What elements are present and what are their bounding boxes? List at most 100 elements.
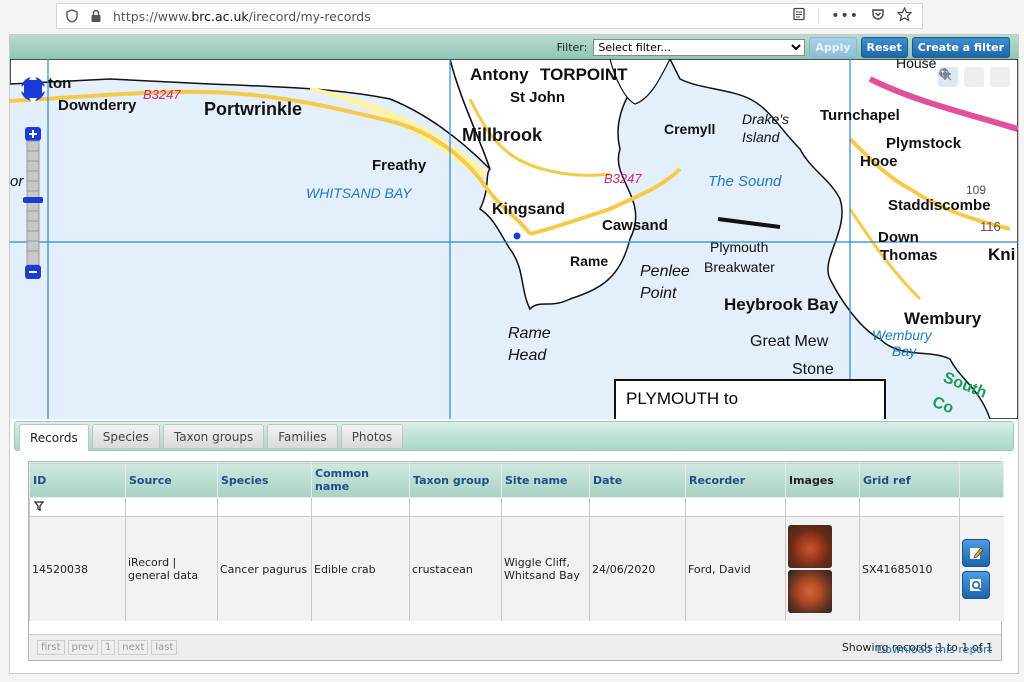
pocket-icon[interactable]: [871, 7, 885, 25]
url-domain: brc.ac.uk: [191, 8, 249, 24]
map-label: Cremyll: [664, 121, 716, 137]
cell-species: Cancer pagurus: [217, 516, 312, 621]
column-header-recorder[interactable]: Recorder: [685, 462, 786, 498]
star-icon[interactable]: [896, 5, 913, 26]
cell-source: iRecord | general data: [125, 516, 218, 621]
map-label: Antony: [470, 65, 529, 84]
tab-photos[interactable]: Photos: [340, 424, 404, 448]
map-label: Hooe: [860, 153, 898, 170]
map-label: Turnchapel: [820, 107, 900, 124]
filter-select[interactable]: Select filter...: [593, 38, 806, 56]
table-header-row: ID Source Species Common name Taxon grou…: [29, 462, 1004, 498]
column-header-taxon-group[interactable]: Taxon group: [409, 462, 502, 498]
map-label: TORPOINT: [540, 65, 628, 84]
cell-id: 14520038: [29, 516, 126, 621]
more-icon[interactable]: •••: [831, 8, 859, 24]
pager-last-button[interactable]: last: [151, 640, 178, 655]
map-label: Rame: [570, 253, 609, 269]
tab-families[interactable]: Families: [267, 424, 338, 448]
map-info-text: PLYMOUTH to: [626, 389, 739, 408]
cell-site-name: Wiggle Cliff, Whitsand Bay: [501, 516, 590, 621]
address-bar[interactable]: https://www.brc.ac.uk/irecord/my-records…: [56, 3, 923, 29]
column-header-common-name[interactable]: Common name: [311, 462, 410, 498]
crab-photo-thumbnail[interactable]: [788, 525, 832, 568]
cell-grid-ref: SX41685010: [859, 516, 960, 621]
url-text[interactable]: https://www.brc.ac.uk/irecord/my-records: [113, 9, 371, 24]
pager-next-button[interactable]: next: [118, 640, 149, 655]
tab-records[interactable]: Records: [19, 424, 89, 451]
column-header-actions: [959, 462, 1004, 498]
pager-page-1[interactable]: 1: [100, 640, 116, 655]
map-label: Kingsand: [492, 201, 565, 218]
download-report-link[interactable]: Download this report: [877, 643, 992, 656]
map-label: B3247: [604, 171, 642, 186]
reader-view-icon[interactable]: [792, 7, 806, 25]
map-label: Island: [742, 129, 780, 145]
map-label: Kni: [988, 245, 1016, 264]
map-label: Bay: [892, 343, 917, 359]
query-tool-icon[interactable]: [939, 67, 984, 87]
zoom-slider-handle: [23, 197, 43, 203]
pager-prev-button[interactable]: prev: [67, 640, 98, 655]
map-label: Point: [640, 285, 677, 302]
filter-cell[interactable]: [589, 497, 686, 517]
records-panel: Filter: Select filter... Apply Reset Cre…: [9, 34, 1019, 674]
apply-button[interactable]: Apply: [809, 36, 857, 58]
tab-species[interactable]: Species: [91, 424, 160, 448]
column-header-date[interactable]: Date: [589, 462, 686, 498]
map-label: Plymouth: [710, 239, 769, 255]
pan-control-icon: [20, 74, 48, 104]
view-record-button[interactable]: [962, 571, 990, 599]
map-label: Wembury: [904, 309, 982, 328]
column-header-site-name[interactable]: Site name: [501, 462, 590, 498]
filter-row: [29, 497, 1004, 517]
shield-icon[interactable]: [63, 7, 81, 25]
filter-cell[interactable]: [859, 497, 960, 517]
filter-bar: Filter: Select filter... Apply Reset Cre…: [10, 35, 1018, 59]
map-label: The Sound: [708, 173, 782, 190]
record-marker: [513, 232, 521, 240]
cell-taxon-group: crustacean: [409, 516, 502, 621]
map-label: Rame: [508, 325, 551, 342]
filter-cell[interactable]: [311, 497, 410, 517]
cell-date: 24/06/2020: [589, 516, 686, 621]
tab-taxon-groups[interactable]: Taxon groups: [162, 424, 265, 448]
map-label: Breakwater: [704, 259, 775, 275]
column-header-source[interactable]: Source: [125, 462, 218, 498]
column-header-id[interactable]: ID: [29, 462, 126, 498]
map-tools: [938, 67, 1010, 87]
create-filter-button[interactable]: Create a filter: [911, 36, 1010, 58]
reset-button[interactable]: Reset: [860, 36, 908, 58]
edit-record-button[interactable]: [962, 539, 990, 567]
map-label: Freathy: [372, 157, 427, 174]
move-tool-icon[interactable]: [939, 67, 1010, 87]
crab-photo-thumbnail[interactable]: [788, 570, 832, 613]
filter-cell[interactable]: [29, 497, 126, 517]
map-label: Down: [878, 229, 919, 246]
column-header-grid-ref[interactable]: Grid ref: [859, 462, 960, 498]
filter-cell[interactable]: [217, 497, 312, 517]
map-label: Millbrook: [462, 125, 542, 145]
pager-first-button[interactable]: first: [37, 640, 65, 655]
filter-cell[interactable]: [501, 497, 590, 517]
lock-icon[interactable]: [87, 7, 105, 25]
column-header-species[interactable]: Species: [217, 462, 312, 498]
map-view[interactable]: ton Downderry B3247 Portwrinkle Antony T…: [10, 59, 1018, 419]
map-label: Plymstock: [886, 135, 962, 152]
magnifier-icon: [970, 579, 982, 591]
table-row[interactable]: 14520038 iRecord | general data Cancer p…: [29, 516, 1004, 621]
cell-actions: [959, 516, 1004, 621]
map-label: Stone: [792, 361, 834, 378]
filter-cell[interactable]: [409, 497, 502, 517]
filter-cell: [959, 497, 1004, 517]
filter-cell[interactable]: [125, 497, 218, 517]
records-table: ID Source Species Common name Taxon grou…: [29, 462, 1004, 621]
map-label: Wembury: [872, 327, 932, 343]
filter-label: Filter:: [556, 40, 588, 54]
zoom-out-icon: [25, 265, 41, 279]
map-label: Head: [508, 347, 547, 364]
cell-common-name: Edible crab: [311, 516, 410, 621]
filter-cell[interactable]: [685, 497, 786, 517]
filter-cell[interactable]: [785, 497, 860, 517]
records-table-container: ID Source Species Common name Taxon grou…: [28, 461, 1004, 661]
